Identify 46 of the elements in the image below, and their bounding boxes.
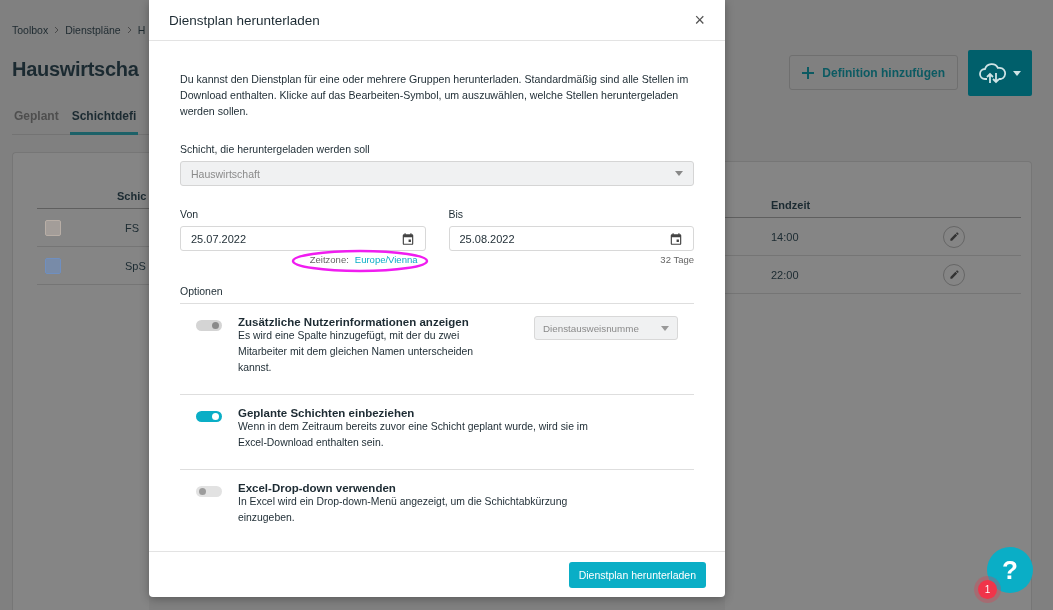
option-title: Geplante Schichten einbeziehen: [238, 407, 416, 419]
breadcrumb-link[interactable]: Toolbox: [12, 24, 49, 36]
column-header: Endzeit: [771, 199, 811, 211]
option-description: In Excel wird ein Drop-down-Menü angezeigt, um die Schichtabkürzung einzugeben.: [238, 495, 569, 525]
option-title: Zusätzliche Nutzerinformationen anzeigen: [238, 316, 470, 328]
caret-icon: [1013, 70, 1021, 76]
to-date-field[interactable]: 25.08.2022: [448, 226, 694, 251]
intro-text: Du kannst den Dienstplan für eine oder mehrere Gruppen herunterladen. Standardmäßig sind alle Stellen im Download enthalten. Klicke auf das Bearbeiten-Symbol, um auszuwählen, welche Stellen heruntergeladen werden sollen.: [180, 72, 690, 119]
table-cell: FS: [125, 221, 140, 234]
plus-icon: [802, 66, 815, 79]
table-cell: 14:00: [771, 230, 799, 243]
timezone-label: Zeitzone:: [309, 254, 349, 267]
toggle-switch[interactable]: [196, 411, 222, 422]
cloud-icon: [979, 61, 1007, 85]
pencil-icon: [948, 269, 960, 280]
breadcrumb-link[interactable]: H: [137, 24, 146, 36]
breadcrumb-link[interactable]: Dienstpläne: [65, 24, 121, 36]
section-label: Optionen: [180, 285, 694, 304]
table-cell: 22:00: [771, 268, 799, 281]
add-definition-button[interactable]: Definition hinzufügen: [789, 55, 958, 90]
field-label: Bis: [448, 208, 465, 220]
calendar-icon[interactable]: [669, 231, 683, 246]
column-header: Schic: [117, 190, 147, 202]
close-button[interactable]: ×: [694, 9, 705, 31]
day-count: 32 Tage: [660, 254, 694, 267]
timezone-link[interactable]: Europe/Vienna: [354, 254, 418, 267]
option-title: Excel-Drop-down verwenden: [238, 482, 397, 494]
field-label: Schicht, die heruntergeladen werden soll: [180, 143, 371, 155]
shift-select[interactable]: Hauswirtschaft: [180, 161, 694, 186]
caret-icon: [661, 325, 669, 331]
calendar-icon[interactable]: [400, 231, 415, 246]
dialog-title: Dienstplan herunterladen: [169, 12, 320, 28]
option-description: Wenn in dem Zeitraum bereits zuvor eine Schicht geplant wurde, wird sie im Excel-Download enthalten sein.: [238, 420, 589, 450]
page-title: Hauswirtscha: [12, 58, 140, 82]
chevron-icon: [54, 26, 60, 34]
toggle-switch[interactable]: [196, 486, 222, 497]
from-date-field[interactable]: 25.07.2022: [180, 226, 426, 251]
field-label: Von: [180, 208, 200, 220]
upload-download-button[interactable]: [968, 50, 1032, 96]
option-description: Es wird eine Spalte hinzugefügt, mit der du zwei Mitarbeiter mit dem gleichen Namen unterscheiden kannst.: [238, 329, 475, 375]
pencil-icon: [948, 231, 960, 242]
download-button[interactable]: Dienstplan herunterladen: [568, 561, 706, 588]
caret-icon: [675, 171, 683, 176]
chevron-icon: [126, 26, 132, 34]
table-cell: SpS: [125, 259, 146, 272]
tab[interactable]: Schichtdefi: [69, 109, 139, 135]
